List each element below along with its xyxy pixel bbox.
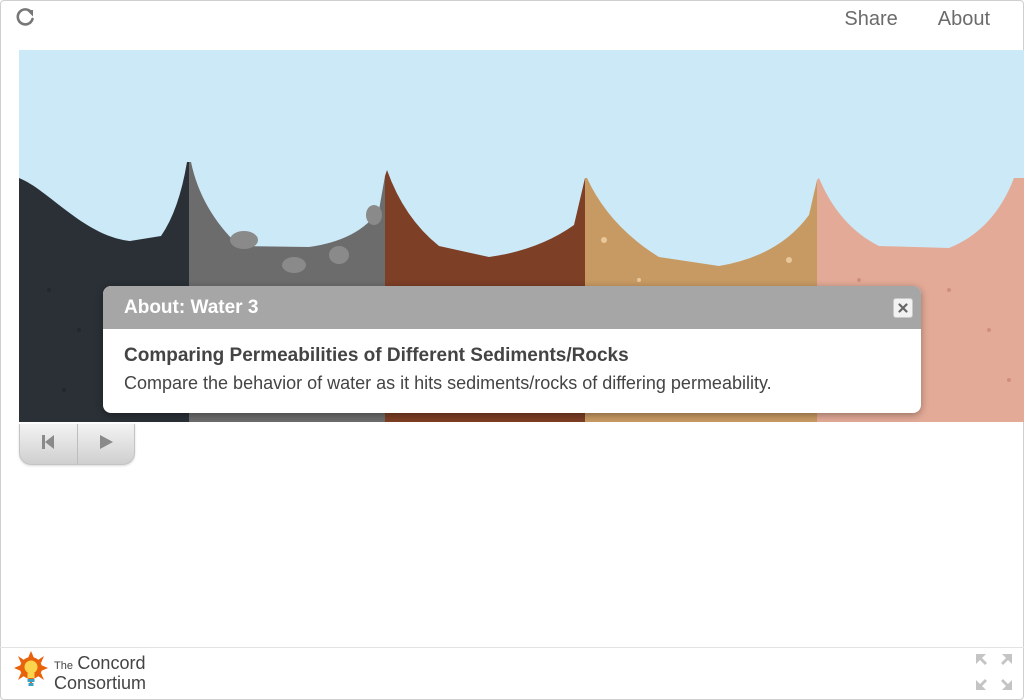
playback-controls [19, 424, 135, 465]
skip-back-icon [40, 433, 56, 456]
logo-line-1: The [54, 659, 73, 672]
dialog-description: Compare the behavior of water as it hits… [124, 373, 772, 393]
dialog-heading: Comparing Permeabilities of Different Se… [124, 345, 629, 366]
logo-line-3: Consortium [54, 672, 147, 693]
about-link[interactable]: About [938, 8, 990, 31]
share-link[interactable]: Share [844, 8, 897, 31]
top-nav: Share About [844, 8, 990, 31]
dialog-title: About: Water 3 [124, 297, 259, 318]
close-button[interactable] [893, 298, 913, 318]
logo-line-2: Concord [77, 652, 146, 673]
dialog-header: About: Water 3 [103, 286, 921, 329]
concord-logo[interactable]: The Concord Consortium [12, 651, 146, 696]
about-dialog: About: Water 3 Comparing Permeabilities … [103, 286, 921, 413]
reload-icon[interactable] [14, 6, 36, 28]
logo-text: The Concord Consortium [54, 652, 147, 693]
sun-bulb-logo-icon [12, 651, 50, 696]
dialog-body: Comparing Permeabilities of Different Se… [103, 329, 921, 410]
play-button[interactable] [76, 424, 135, 464]
reset-button[interactable] [20, 424, 77, 464]
fullscreen-icon[interactable] [974, 652, 1014, 692]
play-icon [97, 433, 115, 456]
close-icon [898, 303, 908, 313]
footer [0, 647, 1024, 700]
